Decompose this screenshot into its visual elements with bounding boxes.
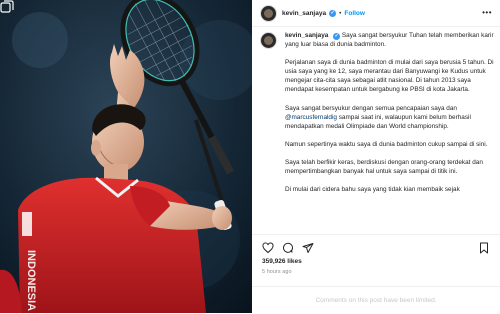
post-header: kevin_sanjaya ✓ • Follow ••• — [252, 0, 500, 27]
caption-text: kevin_sanjaya ✓ Saya sangat bersyukur Tu… — [285, 31, 495, 203]
share-icon[interactable] — [302, 242, 314, 254]
post-timestamp[interactable]: 5 hours ago — [262, 269, 292, 275]
caption-username[interactable]: kevin_sanjaya — [285, 32, 328, 39]
caption-paragraph-4: Saya telah berfikir keras, berdiskusi de… — [285, 158, 483, 176]
mention-link[interactable]: @marcusfernaldig — [285, 114, 337, 121]
comment-icon[interactable] — [282, 242, 294, 254]
more-options-icon[interactable]: ••• — [482, 9, 492, 17]
carousel-icon — [0, 0, 14, 13]
avatar[interactable] — [260, 4, 277, 22]
comments-limited-notice: Comments on this post have been limited. — [315, 297, 437, 304]
instagram-post: INDONESIA kevin_sanjaya ✓ • Follow ••• k… — [0, 0, 500, 313]
post-details-panel: kevin_sanjaya ✓ • Follow ••• kevin_sanja… — [252, 0, 500, 313]
caption-paragraph-2: Saya sangat bersyukur dengan semua penca… — [285, 104, 495, 131]
caption-paragraph-5: Di mulai dari cidera bahu saya yang tida… — [285, 186, 460, 194]
heart-icon[interactable] — [262, 242, 274, 254]
caption-avatar[interactable] — [260, 32, 277, 49]
caption-paragraph-3: Namun sepertinya waktu saya di dunia bad… — [285, 140, 488, 148]
likes-count[interactable]: 359,926 likes — [262, 258, 302, 265]
post-image[interactable]: INDONESIA — [0, 0, 252, 313]
svg-text:INDONESIA: INDONESIA — [25, 250, 37, 311]
caption-section: kevin_sanjaya ✓ Saya sangat bersyukur Tu… — [252, 31, 500, 231]
caption-p2-start: Saya sangat bersyukur dengan semua penca… — [285, 104, 457, 112]
separator-dot: • — [339, 9, 342, 17]
action-bar — [252, 234, 500, 257]
follow-button[interactable]: Follow — [344, 10, 365, 17]
verified-badge-icon: ✓ — [333, 33, 341, 40]
comments-limited-bar: Comments on this post have been limited. — [252, 286, 500, 314]
caption-paragraph-1: Perjalanan saya di dunia badminton di mu… — [285, 59, 494, 94]
bookmark-icon[interactable] — [478, 242, 490, 254]
badminton-player-photo: INDONESIA — [0, 0, 252, 313]
username-link[interactable]: kevin_sanjaya — [282, 10, 326, 17]
verified-badge-icon: ✓ — [329, 9, 337, 17]
